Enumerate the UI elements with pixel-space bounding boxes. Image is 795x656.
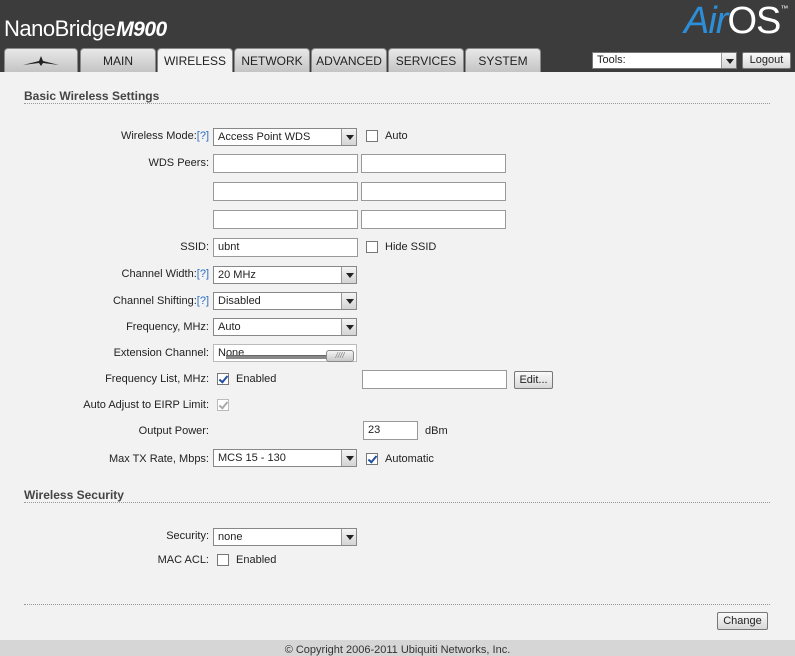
security-select[interactable]: none (213, 528, 357, 546)
tab-network[interactable]: NETWORK (234, 48, 310, 72)
chevron-down-icon (341, 293, 356, 309)
wireless-mode-select[interactable]: Access Point WDS (213, 128, 357, 146)
wds-peer-input-5[interactable] (213, 210, 358, 229)
channel-width-value: 20 MHz (218, 269, 256, 281)
wireless-mode-auto-label: Auto (385, 130, 408, 142)
hide-ssid-label: Hide SSID (385, 241, 437, 253)
output-power-label: Output Power: (138, 425, 209, 437)
logout-button[interactable]: Logout (742, 52, 791, 69)
ubiquiti-logo-icon (23, 56, 59, 66)
extension-channel-label: Extension Channel: (113, 347, 209, 359)
chevron-down-icon (341, 450, 356, 466)
max-tx-rate-label: Max TX Rate, Mbps: (108, 453, 209, 465)
mac-acl-enabled-checkbox[interactable] (217, 554, 229, 566)
brand-model: M900 (116, 18, 167, 41)
auto-adjust-eirp-label: Auto Adjust to EIRP Limit: (83, 399, 209, 411)
mac-acl-enabled-label: Enabled (236, 554, 277, 566)
brand-name: NanoBridge (4, 16, 116, 41)
section-title-security: Wireless Security (24, 488, 124, 502)
wireless-mode-help-link[interactable]: [?] (197, 130, 209, 142)
tab-ubiquiti-home[interactable] (4, 48, 78, 72)
airos-logo-tm: ™ (780, 4, 788, 13)
security-label: Security: (166, 530, 209, 542)
output-power-unit: dBm (425, 425, 448, 437)
tab-advanced[interactable]: ADVANCED (311, 48, 387, 72)
wds-peer-input-1[interactable] (213, 154, 358, 173)
tab-services[interactable]: SERVICES (388, 48, 464, 72)
wireless-mode-auto-checkbox[interactable] (366, 130, 378, 142)
frequency-list-edit-button[interactable]: Edit... (514, 371, 553, 389)
hide-ssid-checkbox[interactable] (366, 241, 378, 253)
wds-peers-label: WDS Peers: (148, 157, 209, 169)
tab-system[interactable]: SYSTEM (465, 48, 541, 72)
channel-width-label: Channel Width:[?] (122, 268, 209, 280)
output-power-input[interactable]: 23 (363, 421, 418, 440)
channel-shifting-select[interactable]: Disabled (213, 292, 357, 310)
frequency-list-enabled-label: Enabled (236, 373, 277, 385)
wireless-mode-label: Wireless Mode:[?] (121, 130, 209, 142)
tab-wireless[interactable]: WIRELESS (157, 48, 233, 73)
auto-adjust-eirp-checkbox[interactable] (217, 399, 229, 411)
form-divider (24, 604, 770, 605)
max-tx-rate-automatic-checkbox[interactable] (366, 453, 378, 465)
frequency-select[interactable]: Auto (213, 318, 357, 336)
wds-peer-input-3[interactable] (213, 182, 358, 201)
channel-shifting-label: Channel Shifting:[?] (113, 295, 209, 307)
airos-logo: AirOS™ (684, 0, 788, 43)
frequency-list-input[interactable] (362, 370, 507, 389)
wireless-mode-label-text: Wireless Mode: (120, 130, 197, 142)
section-title-basic: Basic Wireless Settings (24, 89, 160, 103)
mac-acl-label: MAC ACL: (157, 554, 209, 566)
frequency-list-enabled-checkbox[interactable] (217, 373, 229, 385)
airos-logo-os: OS (727, 0, 781, 42)
channel-shifting-label-text: Channel Shifting: (112, 295, 197, 307)
channel-shifting-value: Disabled (218, 295, 261, 307)
chevron-down-icon (721, 53, 736, 68)
output-power-slider-handle[interactable]: //// (326, 350, 354, 362)
device-brand: NanoBridgeM900 (4, 16, 167, 42)
frequency-value: Auto (218, 321, 241, 333)
ssid-input[interactable]: ubnt (213, 238, 358, 257)
header-bar: NanoBridgeM900 AirOS™ MAIN WIRELESS NETW… (0, 0, 795, 73)
wds-peer-input-6[interactable] (361, 210, 506, 229)
chevron-down-icon (341, 319, 356, 335)
channel-width-select[interactable]: 20 MHz (213, 266, 357, 284)
channel-width-label-text: Channel Width: (121, 268, 197, 280)
chevron-down-icon (341, 529, 356, 545)
copyright-footer: © Copyright 2006-2011 Ubiquiti Networks,… (284, 644, 511, 656)
change-button[interactable]: Change (717, 612, 768, 630)
chevron-down-icon (341, 267, 356, 283)
section-divider (24, 103, 770, 104)
max-tx-rate-value: MCS 15 - 130 (218, 452, 286, 464)
max-tx-rate-select[interactable]: MCS 15 - 130 (213, 449, 357, 467)
wds-peer-input-2[interactable] (361, 154, 506, 173)
ssid-label: SSID: (180, 241, 209, 253)
airos-logo-air: Air (684, 0, 728, 42)
channel-width-help-link[interactable]: [?] (197, 268, 209, 280)
wds-peer-input-4[interactable] (361, 182, 506, 201)
chevron-down-icon (341, 129, 356, 145)
security-value: none (218, 531, 243, 543)
tools-select-value: Tools: (597, 54, 626, 66)
frequency-label: Frequency, MHz: (126, 321, 209, 333)
max-tx-rate-automatic-label: Automatic (385, 453, 434, 465)
tab-main[interactable]: MAIN (80, 48, 156, 72)
tools-select[interactable]: Tools: (592, 52, 737, 69)
channel-shifting-help-link[interactable]: [?] (197, 295, 209, 307)
frequency-list-label: Frequency List, MHz: (105, 373, 209, 385)
wireless-mode-value: Access Point WDS (218, 131, 311, 143)
section-divider (24, 502, 770, 503)
